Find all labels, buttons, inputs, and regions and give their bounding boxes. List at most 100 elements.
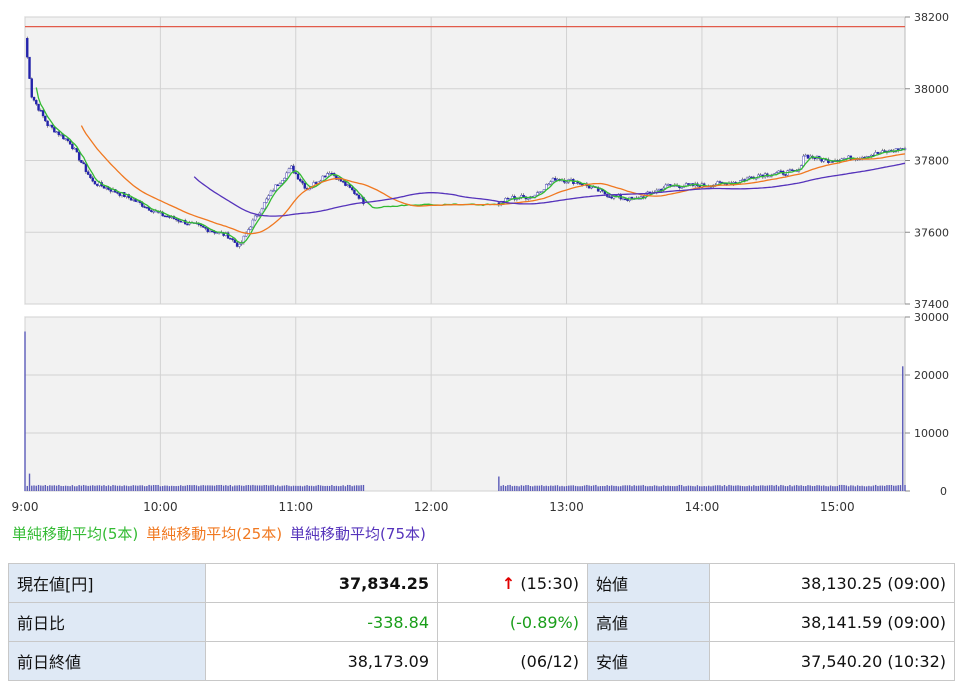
y-tick-label: 10000 bbox=[914, 427, 949, 440]
volume-bar bbox=[629, 485, 631, 491]
volume-bar bbox=[773, 485, 775, 491]
volume-bar bbox=[236, 485, 238, 491]
volume-bar bbox=[852, 485, 854, 491]
volume-bar bbox=[868, 485, 870, 491]
candle-body bbox=[549, 181, 552, 185]
candle-body bbox=[285, 172, 288, 179]
volume-bar bbox=[299, 485, 301, 491]
candle-body bbox=[215, 232, 218, 234]
volume-bar bbox=[529, 485, 532, 491]
x-tick-label: 11:00 bbox=[278, 500, 313, 514]
volume-bar bbox=[249, 485, 252, 491]
legend-sma25: 単純移動平均(25本) bbox=[146, 525, 283, 543]
x-tick-label: 13:00 bbox=[549, 500, 584, 514]
volume-bar bbox=[816, 485, 818, 491]
y-tick-label: 0 bbox=[940, 485, 947, 498]
current-price-time: (15:30) bbox=[520, 573, 579, 593]
volume-bar bbox=[836, 486, 839, 491]
volume-bar bbox=[577, 486, 579, 491]
candle-body bbox=[590, 186, 593, 189]
volume-bar bbox=[525, 485, 527, 491]
candle-body bbox=[145, 207, 149, 209]
volume-bar bbox=[195, 485, 198, 491]
volume-bar bbox=[362, 484, 365, 491]
candle-body bbox=[741, 179, 744, 181]
volume-bar bbox=[222, 485, 225, 491]
volume-bar bbox=[617, 486, 620, 491]
volume-bar bbox=[281, 485, 283, 491]
volume-bar bbox=[500, 485, 502, 491]
candle-body bbox=[540, 191, 543, 193]
volume-bar bbox=[306, 485, 308, 491]
volume-bar bbox=[326, 485, 329, 491]
candle-body bbox=[80, 160, 83, 163]
candle-body bbox=[610, 196, 613, 199]
volume-bar bbox=[85, 485, 87, 491]
volume-bar bbox=[80, 485, 83, 491]
candle-body bbox=[353, 189, 356, 194]
change-percent: (-0.89%) bbox=[437, 602, 588, 642]
volume-bar bbox=[207, 485, 209, 491]
volume-bar bbox=[511, 486, 514, 491]
volume-bar bbox=[762, 485, 764, 491]
volume-bar bbox=[204, 485, 207, 491]
candle-body bbox=[565, 181, 568, 184]
volume-bar bbox=[139, 485, 141, 491]
volume-bar bbox=[193, 485, 195, 491]
volume-bar bbox=[184, 485, 186, 491]
y-tick-label: 37600 bbox=[914, 226, 949, 239]
candle-body bbox=[626, 199, 629, 201]
volume-bar bbox=[177, 485, 180, 491]
volume-bar bbox=[698, 486, 701, 491]
candle-body bbox=[77, 151, 81, 161]
open-value: 38,130.25 (09:00) bbox=[709, 563, 955, 603]
volume-bar bbox=[134, 485, 137, 491]
volume-bar bbox=[355, 485, 358, 491]
volume-bar bbox=[317, 484, 320, 491]
volume-bar bbox=[132, 485, 135, 491]
candle-body bbox=[91, 177, 94, 182]
volume-bar bbox=[155, 485, 157, 491]
candle-body bbox=[538, 191, 541, 194]
candle-body bbox=[883, 150, 886, 152]
candle-body bbox=[281, 180, 284, 184]
volume-bar bbox=[811, 486, 814, 491]
volume-bar bbox=[198, 486, 200, 491]
volume-bar bbox=[802, 485, 805, 491]
volume-bar bbox=[635, 485, 638, 491]
volume-bar bbox=[277, 485, 279, 491]
volume-bar bbox=[292, 485, 295, 491]
volume-bar bbox=[150, 485, 153, 491]
volume-bar bbox=[579, 486, 581, 491]
y-tick-label: 38000 bbox=[914, 83, 949, 96]
volume-bar bbox=[545, 485, 547, 491]
candle-body bbox=[276, 184, 279, 187]
volume-bar bbox=[308, 485, 311, 491]
volume-bar bbox=[279, 486, 281, 491]
volume-bar bbox=[213, 485, 216, 491]
candle-body bbox=[299, 178, 302, 182]
volume-bar bbox=[694, 486, 696, 491]
volume-bar bbox=[137, 485, 139, 491]
volume-bar bbox=[638, 485, 640, 491]
volume-bar bbox=[125, 485, 128, 491]
volume-bar bbox=[114, 485, 116, 491]
volume-bar bbox=[319, 485, 322, 491]
volume-bar bbox=[229, 484, 232, 491]
volume-bar bbox=[349, 484, 351, 491]
candle-body bbox=[290, 165, 293, 169]
volume-bar bbox=[845, 485, 848, 491]
volume-bar bbox=[130, 485, 132, 491]
volume-bar bbox=[159, 486, 162, 491]
volume-bar bbox=[838, 484, 841, 491]
volume-bar bbox=[346, 484, 349, 491]
candle-body bbox=[779, 170, 783, 173]
candle-body bbox=[687, 183, 690, 185]
volume-bar bbox=[37, 484, 40, 491]
candle-body bbox=[784, 174, 787, 176]
candle-body bbox=[296, 173, 300, 180]
candle-body bbox=[536, 192, 539, 196]
volume-bar bbox=[739, 485, 741, 491]
candle-body bbox=[204, 227, 207, 229]
volume-bar bbox=[775, 484, 778, 491]
